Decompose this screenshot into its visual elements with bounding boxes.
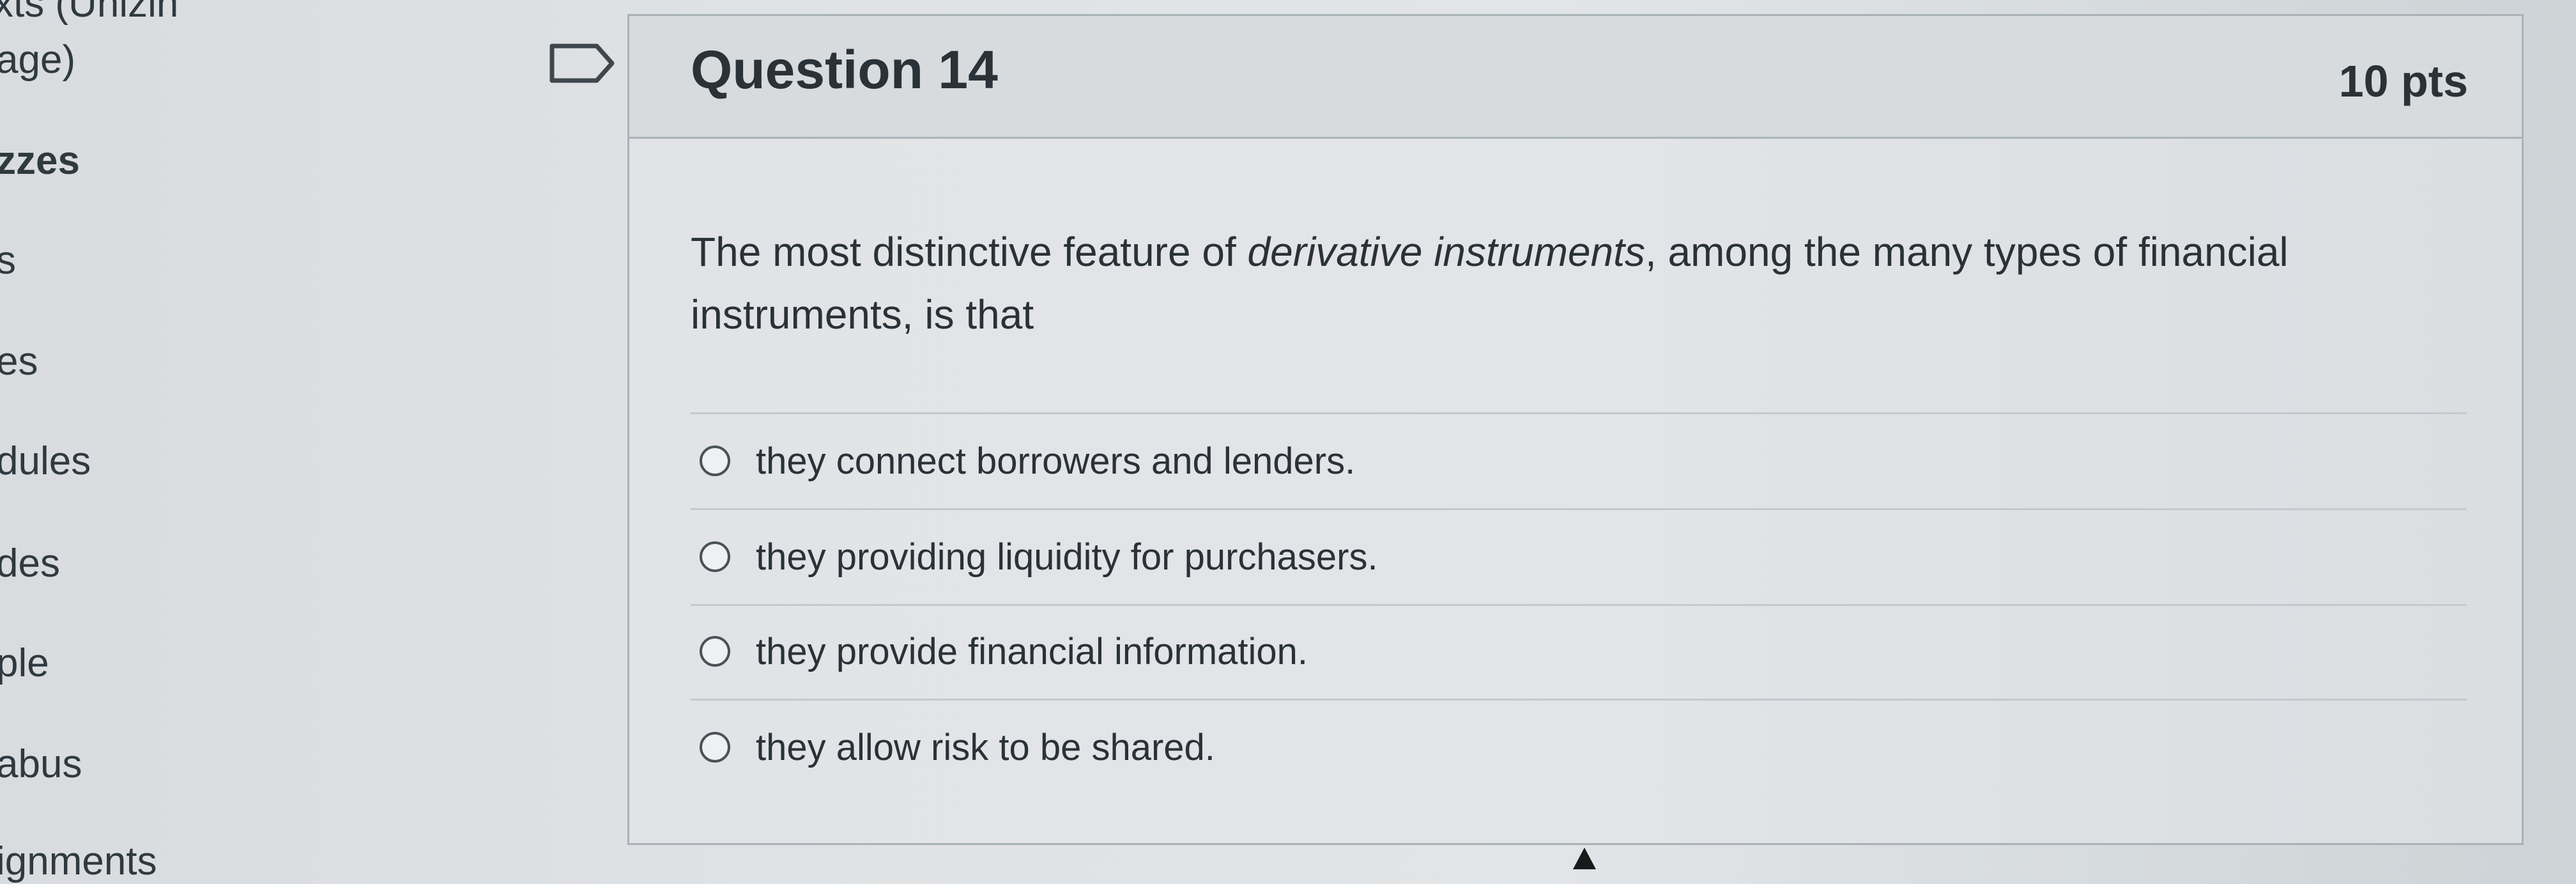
radio-button-icon[interactable] [700,636,730,667]
question-card: Question 14 10 pts The most distinctive … [627,14,2524,845]
sidebar-item-assignments[interactable]: ignments [0,839,157,884]
sidebar-item-page[interactable]: age) [0,37,75,82]
sidebar-item-quizzes[interactable]: zzes [0,138,80,183]
sidebar-item-grades[interactable]: des [0,541,60,586]
flag-question-icon[interactable] [548,42,617,84]
answer-option-4[interactable]: they allow risk to be shared. [700,722,1215,773]
answer-option-3[interactable]: they provide financial information. [700,626,1308,677]
answer-label: they provide financial information. [756,630,1308,672]
question-text-start: The most distinctive feature of [691,229,1248,275]
answer-label: they providing liquidity for purchasers. [756,536,1378,578]
answer-option-1[interactable]: they connect borrowers and lenders. [700,435,1355,486]
answer-label: they allow risk to be shared. [756,726,1215,768]
sidebar-item-es[interactable]: es [0,339,38,384]
question-text-emphasis: derivative instruments [1247,229,1645,275]
answer-divider [691,508,2467,510]
answer-divider [691,699,2467,701]
question-title: Question 14 [691,40,998,100]
radio-button-icon[interactable] [700,732,730,763]
sidebar-item-modules[interactable]: dules [0,438,91,484]
radio-button-icon[interactable] [700,541,730,572]
question-points: 10 pts [2338,56,2468,106]
question-header: Question 14 10 pts [629,16,2522,139]
mouse-cursor-icon [1573,848,1596,869]
sidebar-item-syllabus[interactable]: abus [0,741,82,787]
sidebar-item-etexts[interactable]: eTexts (Unizin [0,0,178,26]
answer-label: they connect borrowers and lenders. [756,440,1356,482]
sidebar-item-s[interactable]: s [0,238,16,283]
sidebar-item-people[interactable]: ple [0,640,49,686]
radio-button-icon[interactable] [700,446,730,476]
answer-divider [691,604,2467,606]
answer-option-2[interactable]: they providing liquidity for purchasers. [700,531,1378,582]
question-text: The most distinctive feature of derivati… [691,221,2416,346]
course-navigation: eTexts (Unizin age) zzes s es dules des … [0,0,217,883]
answer-divider [691,412,2467,414]
